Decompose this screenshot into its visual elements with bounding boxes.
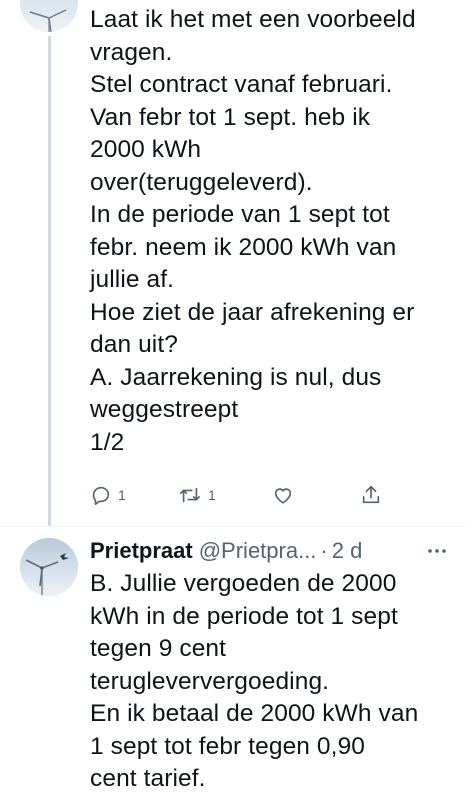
like-icon xyxy=(272,484,294,506)
tweet-text-line: weggestreept xyxy=(90,396,239,423)
tweet-text-line: cent tarief. xyxy=(90,765,206,792)
tweet-text-line: 1 sept tot febr tegen 0,90 xyxy=(90,732,366,760)
tweet-text-line: dan uit? xyxy=(90,331,178,358)
tweet-text-line: In de periode van 1 sept tot xyxy=(90,201,390,228)
avatar[interactable] xyxy=(20,538,78,596)
thread-line xyxy=(48,36,51,526)
display-name[interactable]: Prietpraat xyxy=(90,538,193,564)
tweet-text-line: B. Jullie vergoeden de 2000 xyxy=(90,570,397,597)
tweet-text-line: 2000 kWh xyxy=(90,136,202,163)
tweet-text-line: Hoe ziet de jaar afrekening er xyxy=(90,298,415,326)
more-button[interactable] xyxy=(422,540,452,560)
separator-dot: · xyxy=(320,538,328,563)
tweet-text-line: A. Jaarrekening is nul, dus xyxy=(90,363,382,391)
tweet-text-line: En ik betaal de 2000 kWh van xyxy=(90,700,419,727)
tweet-1[interactable]: Laat ik het met een voorbeeld vragen. St… xyxy=(0,0,465,528)
tweet-text-line: terugleververgoeding. xyxy=(90,667,330,695)
more-icon xyxy=(427,541,447,559)
share-icon xyxy=(360,484,382,506)
tweet-text-line: kWh in de periode tot 1 sept xyxy=(90,602,398,630)
tweet-text-line: over(teruggeleverd). xyxy=(90,168,313,196)
reply-button[interactable]: 1 xyxy=(90,480,126,510)
retweet-count: 1 xyxy=(208,487,216,503)
retweet-icon xyxy=(178,484,202,506)
tweet-header: Prietpraat @Prietpra... · 2 d xyxy=(90,538,362,568)
reply-count: 1 xyxy=(118,487,126,503)
tweet-text-line: jullie af. xyxy=(90,266,175,293)
tweet-text-line: 1/2 xyxy=(90,428,125,456)
tweet-text: Laat ik het met een voorbeeld vragen. St… xyxy=(90,4,462,459)
tweet-text-line: vragen. xyxy=(90,38,173,66)
reply-icon xyxy=(90,484,112,506)
avatar[interactable] xyxy=(20,0,78,32)
tweet-text-line: febr. neem ik 2000 kWh van xyxy=(90,233,397,261)
tweet-text-line: Stel contract vanaf februari. xyxy=(90,71,393,98)
tweet-actions: 1 1 xyxy=(90,480,390,510)
share-button[interactable] xyxy=(360,480,382,510)
user-handle[interactable]: @Prietpra... xyxy=(199,538,317,564)
tweet-text: B. Jullie vergoeden de 2000 kWh in de pe… xyxy=(90,568,462,796)
retweet-button[interactable]: 1 xyxy=(178,480,216,510)
tweet-text-line: Van febr tot 1 sept. heb ik xyxy=(90,103,371,131)
tweet-timestamp[interactable]: 2 d xyxy=(332,538,363,564)
tweet-text-line: Laat ik het met een voorbeeld xyxy=(90,6,416,33)
like-button[interactable] xyxy=(272,480,294,510)
tweet-text-line: tegen 9 cent xyxy=(90,635,227,662)
